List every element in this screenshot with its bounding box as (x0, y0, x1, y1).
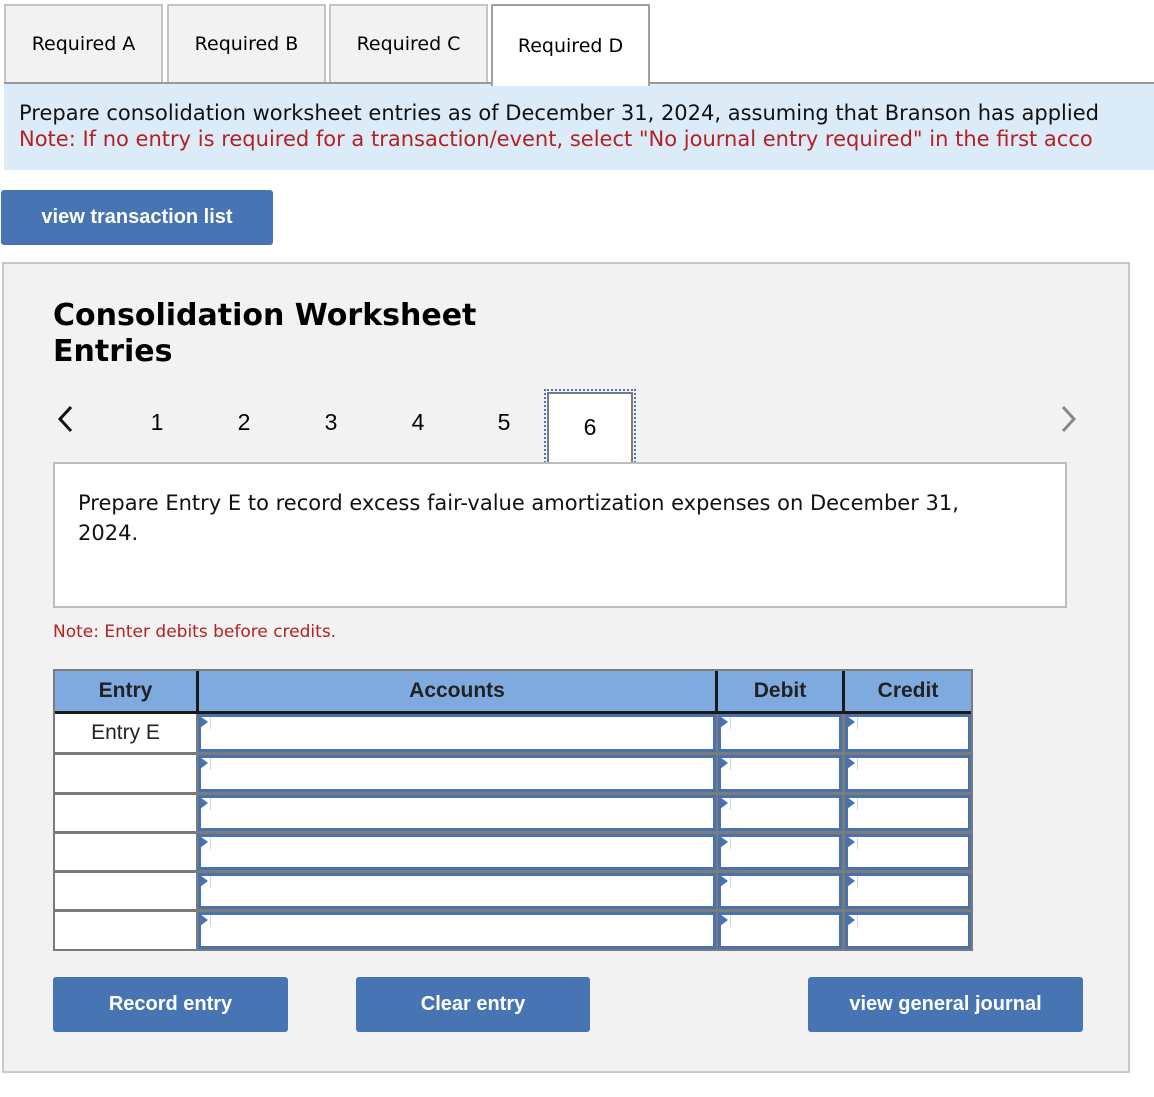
entry-cell (55, 795, 196, 831)
panel-title-line2: Entries (53, 334, 173, 369)
tab-required-b[interactable]: Required B (167, 4, 326, 82)
entry-cell (55, 834, 196, 870)
debit-input[interactable] (718, 755, 842, 792)
debit-input[interactable] (718, 834, 842, 870)
credit-input[interactable] (845, 795, 971, 831)
page-3[interactable]: 3 (311, 404, 351, 440)
account-input[interactable] (198, 912, 716, 949)
account-input[interactable] (198, 873, 716, 909)
tab-required-a[interactable]: Required A (4, 4, 163, 82)
credit-input[interactable] (845, 714, 971, 752)
tab-label: Required D (517, 35, 624, 57)
tab-label: Required C (356, 33, 461, 55)
header-credit: Credit (845, 671, 971, 711)
chevron-right-icon[interactable] (1056, 404, 1080, 434)
page-2[interactable]: 2 (224, 404, 264, 440)
entry-cell: Entry E (55, 714, 196, 752)
page-5[interactable]: 5 (484, 404, 524, 440)
instruction-note: Note: If no entry is required for a tran… (19, 127, 1093, 151)
entry-cell (55, 755, 196, 792)
clear-entry-button[interactable]: Clear entry (356, 977, 590, 1032)
tab-bar: Required A Required B Required C Require… (4, 2, 1154, 86)
credit-input[interactable] (845, 873, 971, 909)
view-transaction-list-button[interactable]: view transaction list (1, 190, 273, 245)
panel-title-line1: Consolidation Worksheet (53, 298, 477, 333)
header-accounts: Accounts (199, 671, 715, 711)
tab-required-d[interactable]: Required D (491, 4, 650, 86)
tab-label: Required B (194, 33, 299, 55)
credit-input[interactable] (845, 834, 971, 870)
header-debit: Debit (718, 671, 842, 711)
debit-input[interactable] (718, 912, 842, 949)
account-input[interactable] (198, 795, 716, 831)
prompt-text: Prepare Entry E to record excess fair-va… (78, 491, 959, 545)
account-input[interactable] (198, 834, 716, 870)
view-general-journal-button[interactable]: view general journal (808, 977, 1083, 1032)
tab-required-c[interactable]: Required C (329, 4, 488, 82)
chevron-left-icon[interactable] (54, 404, 78, 434)
account-input[interactable] (198, 755, 716, 792)
worksheet-panel: Consolidation Worksheet Entries 1 2 3 4 … (2, 262, 1130, 1073)
tab-label: Required A (31, 33, 136, 55)
debits-note: Note: Enter debits before credits. (53, 622, 337, 642)
panel-title: Consolidation Worksheet Entries (53, 298, 476, 370)
page-6[interactable]: 6 (544, 389, 636, 467)
page-4[interactable]: 4 (398, 404, 438, 440)
debit-input[interactable] (718, 714, 842, 752)
journal-table: Entry Accounts Debit Credit Entry E (53, 669, 973, 951)
debit-input[interactable] (718, 873, 842, 909)
record-entry-button[interactable]: Record entry (53, 977, 288, 1032)
credit-input[interactable] (845, 755, 971, 792)
account-input[interactable] (198, 714, 716, 752)
instruction-text: Prepare consolidation worksheet entries … (19, 101, 1099, 125)
credit-input[interactable] (845, 912, 971, 949)
header-entry: Entry (55, 671, 196, 711)
page-1[interactable]: 1 (137, 404, 177, 440)
prompt-box: Prepare Entry E to record excess fair-va… (53, 462, 1067, 608)
instruction-banner: Prepare consolidation worksheet entries … (4, 84, 1154, 170)
entry-cell (55, 912, 196, 949)
entry-cell (55, 873, 196, 909)
debit-input[interactable] (718, 795, 842, 831)
